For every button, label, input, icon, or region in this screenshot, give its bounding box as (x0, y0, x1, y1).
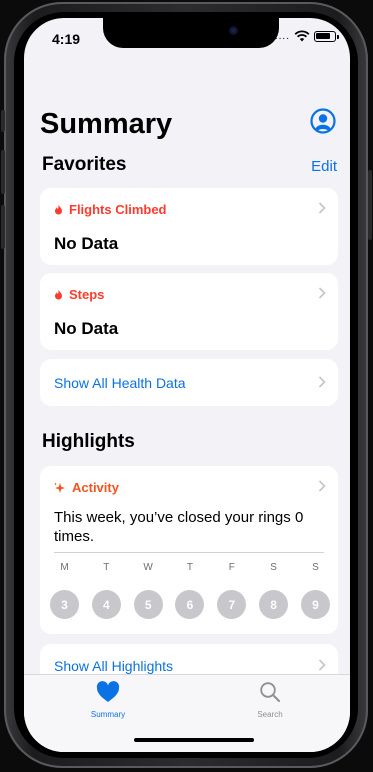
activity-highlight-card[interactable]: Activity This week, you’ve closed your r… (40, 466, 338, 634)
edit-button[interactable]: Edit (311, 158, 337, 175)
chevron-right-icon (318, 659, 326, 671)
status-icons: .... (275, 30, 339, 42)
weekday-label: S (312, 562, 319, 573)
day-ring: 8 (259, 590, 289, 619)
weekday-label: S (270, 562, 277, 573)
tab-search[interactable]: Search (230, 681, 310, 719)
weekday-label: T (186, 562, 194, 573)
flame-icon (55, 289, 62, 300)
page-title: Summary (40, 108, 173, 140)
battery-icon (314, 30, 339, 42)
volume-down-button (1, 205, 5, 249)
chevron-right-icon (318, 480, 326, 492)
day-ring: 4 (91, 590, 121, 619)
card-header: Activity (54, 480, 119, 495)
volume-up-button (1, 150, 5, 194)
person-circle-icon[interactable] (310, 108, 336, 134)
camera (229, 26, 238, 35)
day-ring: 3 (50, 590, 79, 619)
tab-label: Search (257, 710, 283, 719)
power-button (368, 170, 372, 240)
card-header: Flights Climbed (54, 202, 167, 217)
day-ring: 5 (133, 590, 163, 619)
chevron-right-icon (318, 202, 326, 214)
activity-summary-text: This week, you’ve closed your rings 0 ti… (54, 509, 304, 545)
tab-label: Summary (90, 710, 126, 719)
notch (103, 18, 279, 48)
search-icon (260, 682, 280, 702)
favorite-card-steps[interactable]: Steps No Data (40, 273, 338, 350)
screen: 4:19 .... Summary Favorites Edit Flights… (24, 18, 350, 752)
weekday-label: F (228, 562, 235, 573)
home-indicator[interactable] (134, 738, 254, 742)
wifi-icon (294, 30, 310, 42)
heart-icon (96, 681, 120, 702)
mute-switch (1, 110, 5, 132)
day-ring: 6 (175, 590, 205, 619)
highlights-heading: Highlights (42, 431, 135, 452)
status-time: 4:19 (52, 31, 81, 47)
show-all-highlights-label: Show All Highlights (54, 658, 174, 674)
flame-icon (55, 204, 62, 215)
day-ring: 7 (217, 590, 247, 619)
card-value: No Data (54, 319, 119, 338)
card-title: Activity (72, 480, 119, 495)
activity-rings-row: 3 4 5 6 7 8 9 (50, 590, 330, 619)
weekday-labels: M T W T F S S (50, 562, 330, 573)
card-title: Flights Climbed (69, 202, 167, 217)
day-ring: 9 (300, 590, 330, 619)
card-title: Steps (69, 287, 105, 302)
tab-summary[interactable]: Summary (68, 681, 148, 719)
show-all-health-data-button[interactable]: Show All Health Data (40, 359, 338, 406)
weekday-label: M (60, 562, 69, 573)
show-all-health-data-label: Show All Health Data (54, 375, 186, 391)
sparkle-icon (54, 482, 65, 493)
weekday-label: T (103, 562, 110, 573)
chevron-right-icon (318, 376, 326, 388)
card-header: Steps (54, 287, 104, 302)
weekday-label: W (143, 562, 153, 573)
chevron-right-icon (318, 287, 326, 299)
favorite-card-flights-climbed[interactable]: Flights Climbed No Data (40, 188, 338, 265)
favorites-heading: Favorites (42, 154, 127, 175)
card-value: No Data (54, 234, 119, 253)
divider (54, 552, 324, 553)
